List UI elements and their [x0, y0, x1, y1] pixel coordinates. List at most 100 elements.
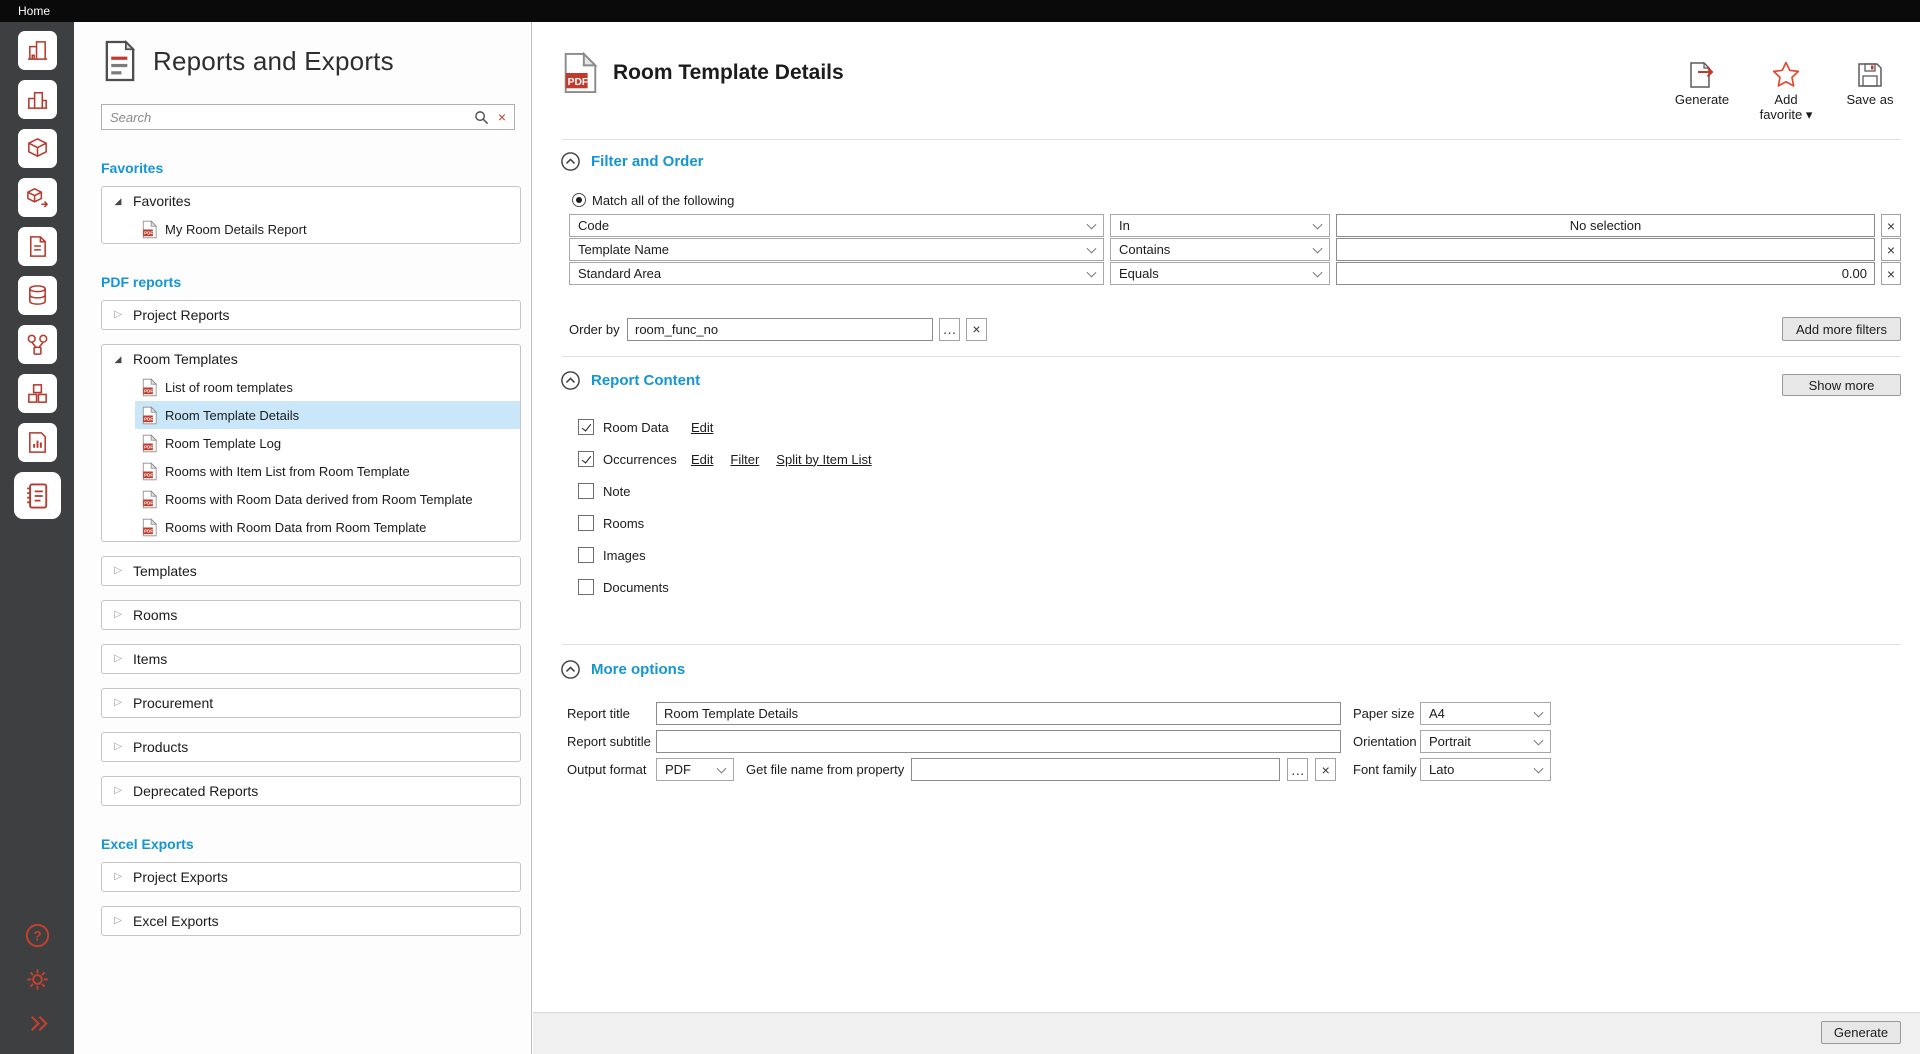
filter-operator-dropdown[interactable]: Equals	[1110, 262, 1330, 285]
group-header-items[interactable]: ▷ Items	[102, 645, 520, 673]
search-input[interactable]	[110, 110, 465, 125]
search-box: ×	[101, 104, 515, 130]
room-data-checkbox[interactable]	[578, 419, 594, 435]
split-by-item-list-link[interactable]: Split by Item List	[776, 452, 871, 467]
checkbox-label: Room Data	[603, 420, 691, 435]
remove-filter-button[interactable]: ×	[1881, 262, 1901, 285]
filter-value-input[interactable]	[1336, 262, 1875, 285]
group-header-deprecated-reports[interactable]: ▷ Deprecated Reports	[102, 777, 520, 805]
report-item-rooms-room-data[interactable]: Rooms with Room Data from Room Template	[135, 513, 520, 541]
workflow-icon[interactable]	[18, 325, 57, 364]
group-header-project-exports[interactable]: ▷ Project Exports	[102, 863, 520, 891]
save-as-button[interactable]: Save as	[1840, 60, 1900, 108]
filter-value-input[interactable]	[1336, 214, 1875, 237]
help-icon[interactable]	[23, 921, 52, 950]
filter-operator-dropdown[interactable]: Contains	[1110, 238, 1330, 261]
checkbox-label: Occurrences	[603, 452, 691, 467]
generate-label: Generate	[1675, 93, 1729, 108]
database-icon[interactable]	[18, 276, 57, 315]
filter-link[interactable]: Filter	[730, 452, 759, 467]
search-icon[interactable]	[474, 110, 489, 125]
order-by-browse-button[interactable]: …	[939, 318, 960, 341]
report-item-my-room-details[interactable]: My Room Details Report	[135, 215, 520, 243]
report-item-rooms-item-list[interactable]: Rooms with Item List from Room Template	[135, 457, 520, 485]
group-label: Room Templates	[133, 351, 238, 367]
group-header-rooms[interactable]: ▷ Rooms	[102, 601, 520, 629]
match-all-radio[interactable]	[572, 193, 586, 207]
buildings-icon[interactable]	[18, 80, 57, 119]
content-row-documents: Documents	[560, 571, 1901, 603]
expand-rail-icon[interactable]	[23, 1009, 52, 1038]
filter-field-dropdown[interactable]: Code	[569, 214, 1104, 237]
show-more-button[interactable]: Show more	[1782, 374, 1901, 396]
package-icon[interactable]	[18, 129, 57, 168]
home-menu[interactable]: Home	[18, 4, 50, 18]
group-header-products[interactable]: ▷ Products	[102, 733, 520, 761]
images-checkbox[interactable]	[578, 547, 594, 563]
group-header-room-templates[interactable]: ◢ Room Templates	[102, 345, 520, 373]
file-name-browse-button[interactable]: …	[1287, 758, 1308, 781]
package-arrow-icon[interactable]	[18, 178, 57, 217]
add-favorite-label: Add favorite ▾	[1756, 93, 1816, 123]
filter-value-input[interactable]	[1336, 238, 1875, 261]
report-item-label: Rooms with Room Data derived from Room T…	[165, 492, 473, 507]
settings-gear-icon[interactable]	[23, 965, 52, 994]
report-item-label: My Room Details Report	[165, 222, 307, 237]
remove-filter-button[interactable]: ×	[1881, 238, 1901, 261]
generate-toolbar-button[interactable]: Generate	[1672, 60, 1732, 108]
remove-filter-button[interactable]: ×	[1881, 214, 1901, 237]
collapsed-arrow-icon: ▷	[112, 786, 124, 796]
report-subtitle-input[interactable]	[656, 730, 1341, 753]
group-products: ▷ Products	[101, 732, 521, 762]
building-icon[interactable]	[18, 31, 57, 70]
options-section-header: More options	[560, 658, 1901, 680]
filter-field-dropdown[interactable]: Template Name	[569, 238, 1104, 261]
edit-link[interactable]: Edit	[691, 420, 713, 435]
report-item-room-template-details-selected[interactable]: Room Template Details	[135, 401, 520, 429]
search-clear-icon[interactable]: ×	[498, 110, 506, 124]
add-favorite-button[interactable]: Add favorite ▾	[1756, 60, 1816, 123]
blocks-icon[interactable]	[18, 374, 57, 413]
report-title-input[interactable]	[656, 702, 1341, 725]
group-header-procurement[interactable]: ▷ Procurement	[102, 689, 520, 717]
report-item-label: List of room templates	[165, 380, 293, 395]
section-title: More options	[591, 661, 685, 678]
group-header-excel-exports[interactable]: ▷ Excel Exports	[102, 907, 520, 935]
rooms-checkbox[interactable]	[578, 515, 594, 531]
filter-field-value: Code	[578, 218, 609, 233]
filter-field-dropdown[interactable]: Standard Area	[569, 262, 1104, 285]
font-family-value: Lato	[1429, 762, 1454, 777]
note-checkbox[interactable]	[578, 483, 594, 499]
font-family-dropdown[interactable]: Lato	[1420, 758, 1551, 781]
report-item-rooms-room-data-derived[interactable]: Rooms with Room Data derived from Room T…	[135, 485, 520, 513]
file-name-property-label: Get file name from property	[746, 762, 904, 777]
report-item-room-template-log[interactable]: Room Template Log	[135, 429, 520, 457]
generate-button[interactable]: Generate	[1821, 1021, 1901, 1044]
paper-size-dropdown[interactable]: A4	[1420, 702, 1551, 725]
group-label: Favorites	[133, 193, 191, 209]
close-icon: ×	[972, 321, 980, 337]
order-by-input[interactable]	[627, 318, 933, 341]
add-more-filters-button[interactable]: Add more filters	[1782, 317, 1901, 341]
reports-icon-active[interactable]	[14, 472, 61, 519]
report-item-list-of-room-templates[interactable]: List of room templates	[135, 373, 520, 401]
documents-checkbox[interactable]	[578, 579, 594, 595]
collapse-section-icon[interactable]	[560, 151, 581, 172]
file-name-property-input[interactable]	[911, 758, 1280, 781]
occurrences-checkbox[interactable]	[578, 451, 594, 467]
match-mode-row: Match all of the following	[572, 192, 1901, 208]
group-header-favorites[interactable]: ◢ Favorites	[102, 187, 520, 215]
document-icon[interactable]	[18, 227, 57, 266]
order-by-clear-button[interactable]: ×	[966, 318, 987, 341]
group-header-project-reports[interactable]: ▷ Project Reports	[102, 301, 520, 329]
edit-link[interactable]: Edit	[691, 452, 713, 467]
orientation-dropdown[interactable]: Portrait	[1420, 730, 1551, 753]
group-header-templates[interactable]: ▷ Templates	[102, 557, 520, 585]
output-format-dropdown[interactable]: PDF	[656, 758, 734, 781]
file-name-clear-button[interactable]: ×	[1315, 758, 1336, 781]
chart-document-icon[interactable]	[18, 423, 57, 462]
collapse-section-icon[interactable]	[560, 659, 581, 680]
filter-operator-dropdown[interactable]: In	[1110, 214, 1330, 237]
collapsed-arrow-icon: ▷	[112, 742, 124, 752]
collapse-section-icon[interactable]	[560, 370, 581, 391]
